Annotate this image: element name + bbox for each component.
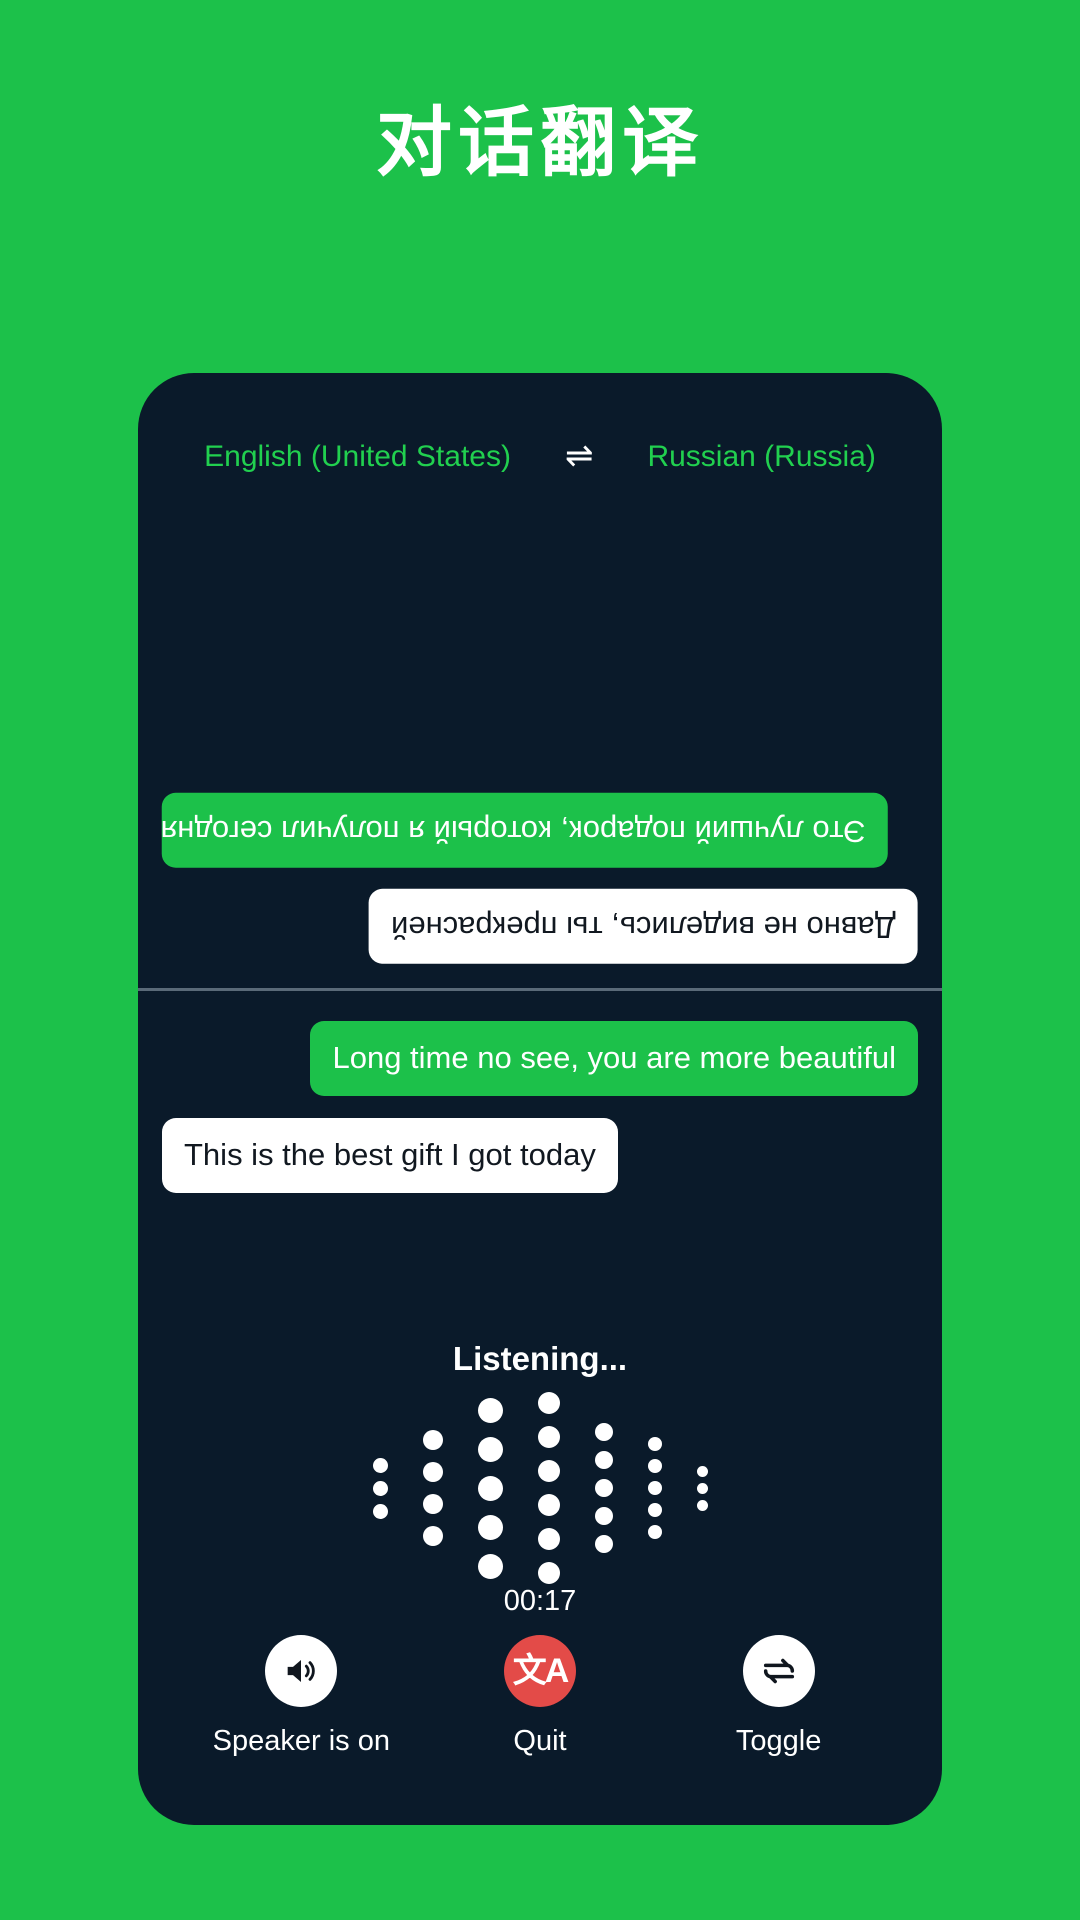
waveform-dot <box>696 1499 708 1511</box>
waveform-dot <box>422 1462 443 1482</box>
waveform-dot <box>477 1553 503 1579</box>
waveform-dot <box>537 1562 560 1584</box>
recording-timer: 00:17 <box>503 1585 577 1617</box>
toggle-swap-icon <box>763 1658 794 1684</box>
waveform-dot <box>537 1460 560 1482</box>
speaker-button-circle[interactable] <box>265 1635 338 1707</box>
waveform-column <box>372 1454 388 1523</box>
waveform-dot <box>477 1514 503 1540</box>
quit-button-circle[interactable]: 文A <box>503 1635 576 1707</box>
quit-button[interactable]: 文A Quit <box>440 1635 640 1758</box>
waveform-column <box>477 1391 503 1586</box>
waveform-dot <box>372 1480 388 1496</box>
message-row: This is the best gift I got today <box>162 1117 918 1193</box>
waveform-dot <box>537 1426 560 1448</box>
waveform-dot <box>696 1482 708 1494</box>
audio-waveform <box>138 1391 942 1586</box>
waveform-dot <box>372 1503 388 1519</box>
speaker-toggle-button[interactable]: Speaker is on <box>201 1635 401 1758</box>
remote-conversation-pane: Это лучший подарок, который я получил се… <box>138 483 942 988</box>
remote-message-bubble[interactable]: Это лучший подарок, который я получил се… <box>161 792 888 868</box>
waveform-dot <box>537 1392 560 1414</box>
waveform-dot <box>647 1481 662 1495</box>
waveform-dot <box>594 1507 613 1525</box>
waveform-dot <box>422 1526 443 1546</box>
waveform-dot <box>537 1494 560 1516</box>
message-row: Давно не виделись, ты прекрасней <box>162 889 918 964</box>
quit-button-label: Quit <box>513 1725 567 1757</box>
toggle-button-circle[interactable] <box>742 1635 815 1707</box>
message-row: Это лучший подарок, который я получил се… <box>161 792 918 868</box>
waveform-dot <box>372 1457 388 1473</box>
waveform-dot <box>647 1459 662 1473</box>
waveform-column <box>537 1386 560 1590</box>
local-conversation-pane: Long time no see, you are more beautiful… <box>138 991 942 1321</box>
waveform-dot <box>594 1479 613 1497</box>
waveform-dot <box>594 1535 613 1553</box>
target-language-selector[interactable]: Russian (Russia) <box>647 440 875 474</box>
waveform-dot <box>537 1528 560 1550</box>
page-title: 对话翻译 <box>376 101 704 186</box>
phone-frame: English (United States) ⇌ Russian (Russi… <box>138 373 942 1825</box>
waveform-column <box>647 1433 662 1543</box>
toggle-button-label: Toggle <box>735 1725 822 1757</box>
waveform-dot <box>594 1423 613 1441</box>
swap-horizontal-icon[interactable]: ⇌ <box>565 439 594 473</box>
bottom-controls: Speaker is on 文A Quit Toggle <box>138 1635 942 1758</box>
toggle-button[interactable]: Toggle <box>679 1635 879 1758</box>
waveform-dot <box>477 1397 503 1423</box>
waveform-dot <box>647 1525 662 1539</box>
waveform-dot <box>477 1436 503 1462</box>
remote-message-bubble[interactable]: Давно не виделись, ты прекрасней <box>369 889 918 964</box>
waveform-column <box>594 1418 613 1558</box>
source-language-selector[interactable]: English (United States) <box>204 440 511 474</box>
speaker-on-icon <box>287 1660 316 1682</box>
waveform-dot <box>696 1465 708 1477</box>
message-row: Long time no see, you are more beautiful <box>162 1021 918 1096</box>
listening-status-label: Listening... <box>452 1340 628 1377</box>
speaker-button-label: Speaker is on <box>212 1725 390 1757</box>
local-message-bubble[interactable]: Long time no see, you are more beautiful <box>310 1021 918 1096</box>
waveform-dot <box>647 1503 662 1517</box>
translate-icon: 文A <box>512 1652 570 1690</box>
waveform-dot <box>647 1437 662 1451</box>
language-bar: English (United States) ⇌ Russian (Russi… <box>138 439 942 474</box>
waveform-dot <box>594 1451 613 1469</box>
waveform-column <box>696 1463 708 1514</box>
waveform-dot <box>477 1475 503 1501</box>
local-message-bubble[interactable]: This is the best gift I got today <box>162 1117 618 1193</box>
waveform-dot <box>422 1430 443 1450</box>
waveform-dot <box>422 1494 443 1514</box>
waveform-column <box>422 1424 443 1552</box>
